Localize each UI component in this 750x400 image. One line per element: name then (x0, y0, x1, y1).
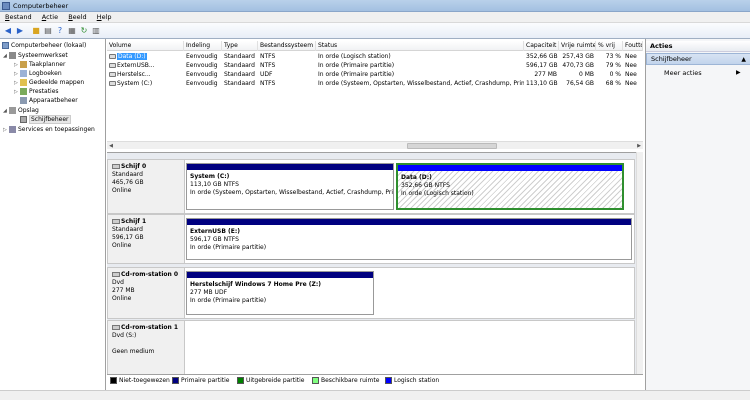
partition-data-d[interactable]: Data (D:) 352,66 GB NTFS In orde (Logisc… (396, 163, 624, 210)
hard-disk-icon (112, 219, 120, 224)
table-row[interactable]: ExternUSB... Eenvoudig Standaard NTFS In… (107, 61, 643, 70)
log-icon (20, 70, 27, 77)
performance-icon (20, 88, 27, 95)
tree-item-systeemwerkset[interactable]: ◢ Systeemwerkset (3, 51, 68, 60)
computer-icon (2, 42, 9, 49)
cdrom-icon (112, 272, 120, 277)
export-icon[interactable]: ▥ (91, 26, 101, 36)
volume-icon (109, 54, 116, 59)
col-status[interactable]: Status (316, 41, 524, 51)
primary-partition-bar (187, 272, 373, 278)
navigation-tree: Computerbeheer (lokaal) ◢ Systeemwerkset … (0, 39, 106, 400)
table-row[interactable]: Herstelsc... Eenvoudig Standaard UDF In … (107, 70, 643, 79)
col-type[interactable]: Type (222, 41, 258, 51)
disk-label[interactable]: Cd-rom-station 1 Dvd (S:) Geen medium (108, 321, 185, 374)
legend-item: Logisch station (385, 377, 439, 384)
volume-icon (109, 81, 116, 86)
disk-label[interactable]: Schijf 0 Standaard 465,76 GB Online (108, 160, 185, 213)
show-hide-icon[interactable]: ▦ (67, 26, 77, 36)
table-row[interactable]: System (C:) Eenvoudig Standaard NTFS In … (107, 79, 643, 88)
device-manager-icon (20, 97, 27, 104)
clock-icon (20, 61, 27, 68)
collapse-up-icon[interactable]: ▲ (741, 54, 746, 65)
cdrom-icon (112, 325, 120, 330)
primary-partition-bar (187, 219, 631, 225)
title-bar: Computerbeheer (0, 0, 750, 12)
cdrom-row-1[interactable]: Cd-rom-station 1 Dvd (S:) Geen medium (107, 320, 635, 375)
storage-icon (9, 107, 16, 114)
tree-item-gedeelde-mappen[interactable]: ▷ Gedeelde mappen (14, 78, 84, 87)
scrollbar-thumb[interactable] (407, 143, 497, 149)
actions-header: Acties (646, 41, 750, 52)
partition-externusb-e[interactable]: ExternUSB (E:) 596,17 GB NTFS In orde (P… (186, 218, 632, 260)
col-vrije-ruimte[interactable]: Vrije ruimte (559, 41, 596, 51)
hard-disk-icon (112, 164, 120, 169)
table-row[interactable]: Data (D:) Eenvoudig Standaard NTFS In or… (107, 52, 643, 61)
disk-management-icon (20, 116, 27, 123)
col-volume[interactable]: Volume (107, 41, 184, 51)
menu-help[interactable]: Help (97, 12, 112, 23)
disk-label[interactable]: Cd-rom-station 0 Dvd 277 MB Online (108, 268, 185, 318)
col-indeling[interactable]: Indeling (184, 41, 222, 51)
computer-management-icon (2, 2, 10, 10)
forward-icon[interactable]: ▶ (15, 26, 25, 36)
volume-list-header: Volume Indeling Type Bestandssysteem Sta… (107, 41, 643, 51)
tree-item-services[interactable]: ▷ Services en toepassingen (3, 125, 95, 134)
scroll-left-icon[interactable]: ◀ (107, 142, 115, 150)
menu-bestand[interactable]: Bestand (5, 12, 32, 23)
volume-list: Volume Indeling Type Bestandssysteem Sta… (107, 41, 643, 145)
col-procent-vrij[interactable]: % vrij (596, 41, 623, 51)
menu-beeld[interactable]: Beeld (68, 12, 86, 23)
volume-list-scrollbar[interactable]: ◀ ▶ (107, 141, 643, 149)
back-icon[interactable]: ◀ (3, 26, 13, 36)
logical-drive-bar (398, 165, 622, 171)
volume-icon (109, 72, 116, 77)
disk-graph-view: Schijf 0 Standaard 465,76 GB Online Syst… (107, 152, 643, 386)
actions-section-schijfbeheer[interactable]: Schijfbeheer ▲ (646, 53, 750, 65)
folder-icon (20, 79, 27, 86)
actions-pane: Acties Schijfbeheer ▲ Meer acties ▶ (645, 39, 750, 400)
refresh-icon[interactable]: ↻ (79, 26, 89, 36)
services-icon (9, 126, 16, 133)
toolbar: ◀ ▶ ■ ▤ ? ▦ ↻ ▥ (0, 23, 750, 39)
help-icon[interactable]: ? (55, 26, 65, 36)
disk-row-1[interactable]: Schijf 1 Standaard 596,17 GB Online Exte… (107, 214, 635, 264)
legend-item: Primaire partitie (172, 377, 229, 384)
more-actions[interactable]: Meer acties ▶ (664, 69, 741, 77)
tree-item-logboeken[interactable]: ▷ Logboeken (14, 69, 62, 78)
legend-item: Beschikbare ruimte (312, 377, 379, 384)
col-capaciteit[interactable]: Capaciteit (524, 41, 559, 51)
scroll-right-icon[interactable]: ▶ (635, 142, 643, 150)
col-bestandssysteem[interactable]: Bestandssysteem (258, 41, 316, 51)
tree-item-taakplanner[interactable]: ▷ Taakplanner (14, 60, 65, 69)
tree-item-schijfbeheer[interactable]: Schijfbeheer (14, 115, 71, 124)
primary-partition-bar (187, 164, 393, 170)
partition-system-c[interactable]: System (C:) 113,10 GB NTFS In orde (Syst… (186, 163, 394, 210)
disk-graph-scrollbar[interactable] (636, 152, 643, 376)
disk-label[interactable]: Schijf 1 Standaard 596,17 GB Online (108, 215, 185, 263)
partition-herstelschijf-z[interactable]: Herstelschijf Windows 7 Home Pre (Z:) 27… (186, 271, 374, 315)
up-icon[interactable]: ■ (31, 26, 41, 36)
legend: Niet-toegewezen Primaire partitie Uitgeb… (107, 374, 643, 386)
volume-icon (109, 63, 116, 68)
disk-row-0[interactable]: Schijf 0 Standaard 465,76 GB Online Syst… (107, 159, 635, 214)
window-title: Computerbeheer (13, 2, 69, 10)
tree-item-prestaties[interactable]: ▷ Prestaties (14, 87, 59, 96)
legend-item: Niet-toegewezen (110, 377, 170, 384)
chevron-right-icon: ▶ (736, 69, 741, 76)
menu-bar: Bestand Actie Beeld Help (0, 12, 750, 23)
legend-item: Uitgebreide partitie (237, 377, 305, 384)
menu-actie[interactable]: Actie (42, 12, 58, 23)
cdrom-row-0[interactable]: Cd-rom-station 0 Dvd 277 MB Online Herst… (107, 267, 635, 319)
col-fouttolerantie[interactable]: Foutto (623, 41, 643, 51)
tree-root[interactable]: Computerbeheer (lokaal) (2, 41, 86, 50)
properties-icon[interactable]: ▤ (43, 26, 53, 36)
status-bar (0, 390, 750, 400)
tree-item-opslag[interactable]: ◢ Opslag (3, 106, 39, 115)
tree-item-apparaatbeheer[interactable]: Apparaatbeheer (14, 96, 78, 105)
tools-icon (9, 52, 16, 59)
